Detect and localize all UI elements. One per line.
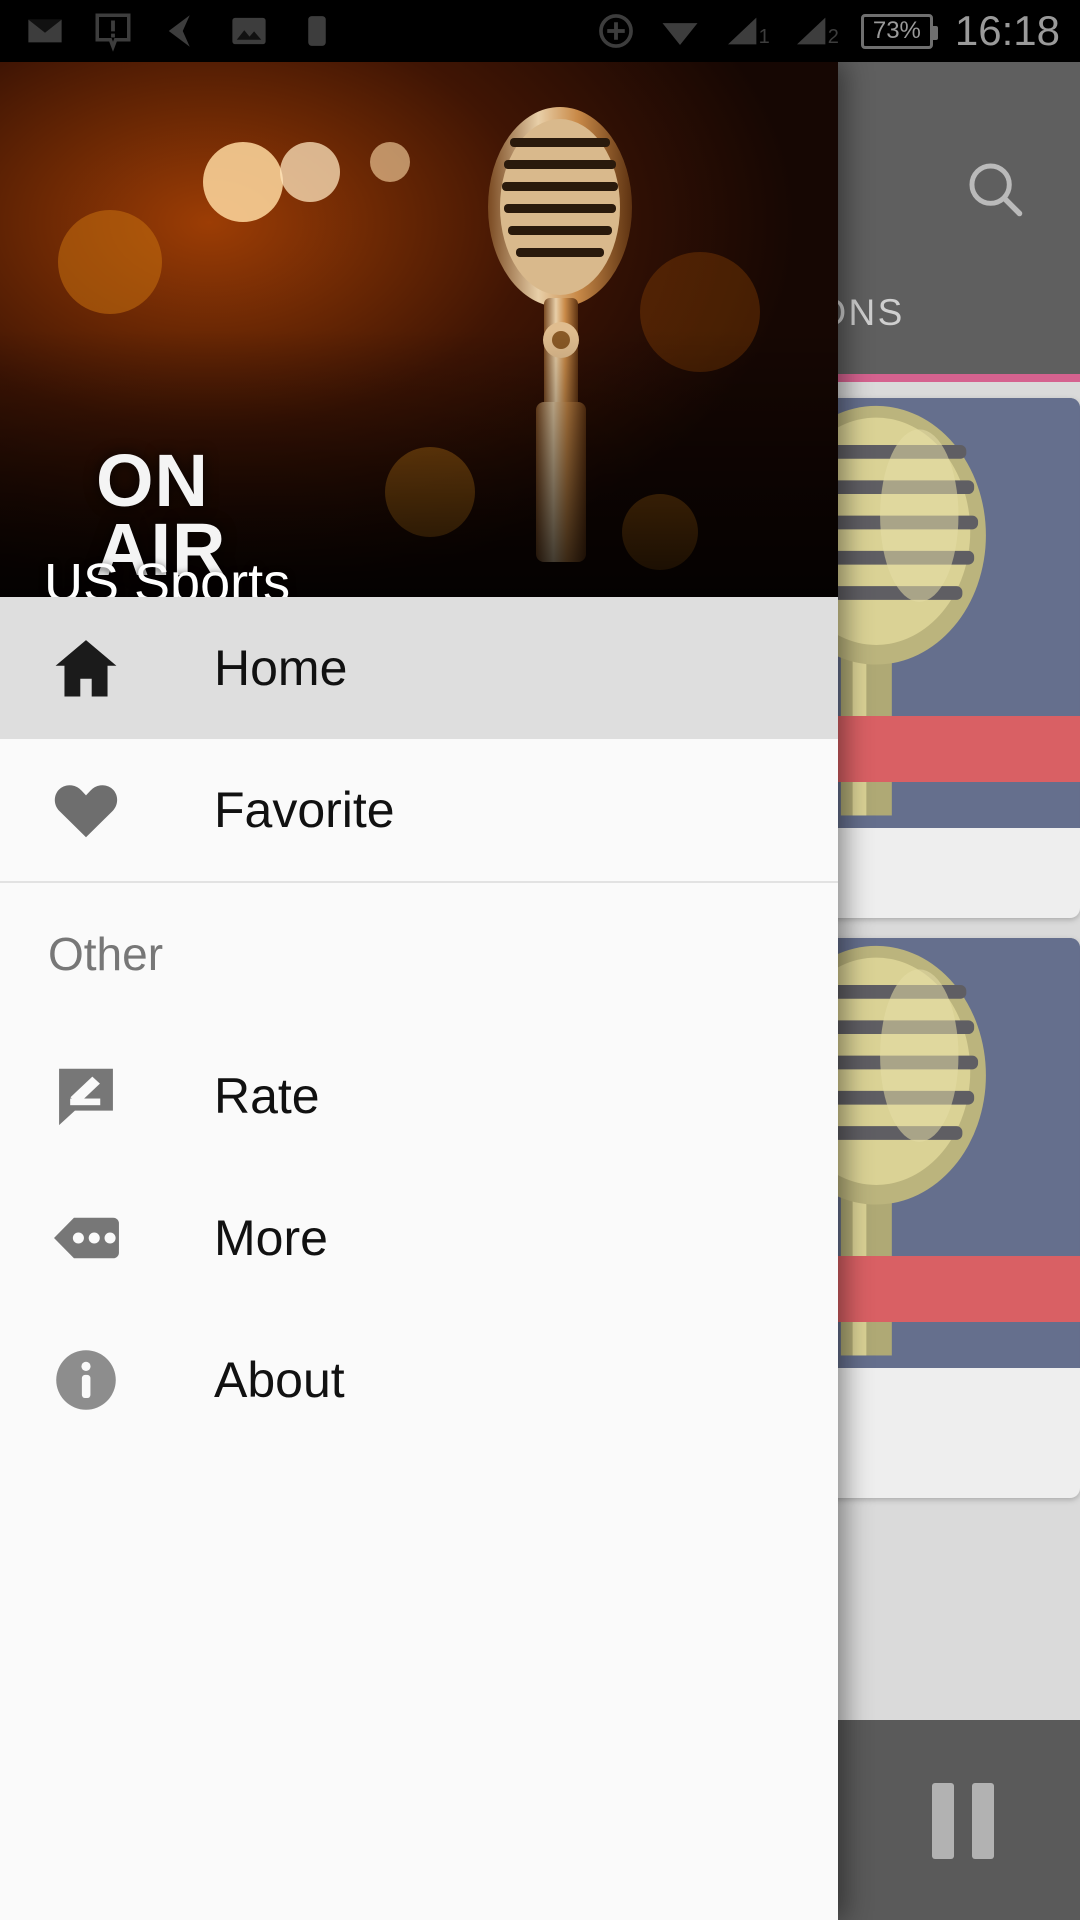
drawer-item-home[interactable]: Home xyxy=(0,597,838,739)
on-air-line1: ON xyxy=(96,439,209,522)
clock: 16:18 xyxy=(954,7,1060,54)
drawer-item-label: Favorite xyxy=(214,782,395,838)
drawer-item-about[interactable]: About xyxy=(0,1309,838,1451)
signal-2-icon: 2 xyxy=(792,11,839,51)
back-arrow-icon xyxy=(160,10,202,52)
battery-percent: 73% xyxy=(872,16,921,44)
drawer-item-label: More xyxy=(214,1210,328,1266)
alert-message-icon xyxy=(92,10,134,52)
status-bar-left xyxy=(0,10,338,52)
rate-pencil-icon xyxy=(48,1058,134,1134)
drawer-item-rate[interactable]: Rate xyxy=(0,1025,838,1167)
drawer-item-label: About xyxy=(214,1352,345,1408)
info-icon xyxy=(48,1342,134,1418)
phone-screen: STATIONS xyxy=(0,0,1080,1920)
battery-icon: 73% xyxy=(860,13,938,49)
drawer-item-label: Rate xyxy=(214,1068,320,1124)
sim-1-label: 1 xyxy=(758,26,770,48)
drawer-item-more[interactable]: More xyxy=(0,1167,838,1309)
drawer-item-favorite[interactable]: Favorite xyxy=(0,739,838,881)
sim-2-label: 2 xyxy=(827,26,839,48)
signal-1-icon: 1 xyxy=(723,11,770,51)
drawer-item-label: Home xyxy=(214,640,348,696)
drawer-section-other: Other xyxy=(48,928,164,980)
drawer-header: ON AIR US Sports xyxy=(0,62,838,597)
more-dots-icon xyxy=(48,1200,134,1276)
wifi-icon xyxy=(659,10,701,52)
home-icon xyxy=(48,630,134,706)
app-title: US Sports xyxy=(44,553,291,597)
navigation-drawer: ON AIR US Sports Home Favorite Other Rat… xyxy=(0,62,838,1920)
status-bar-right: 1 2 73% 16:18 xyxy=(595,10,1080,52)
rectangle-icon xyxy=(296,10,338,52)
status-bar: 1 2 73% 16:18 xyxy=(0,0,1080,62)
image-icon xyxy=(228,10,270,52)
mail-icon xyxy=(24,10,66,52)
location-add-icon xyxy=(595,10,637,52)
heart-icon xyxy=(48,772,134,848)
